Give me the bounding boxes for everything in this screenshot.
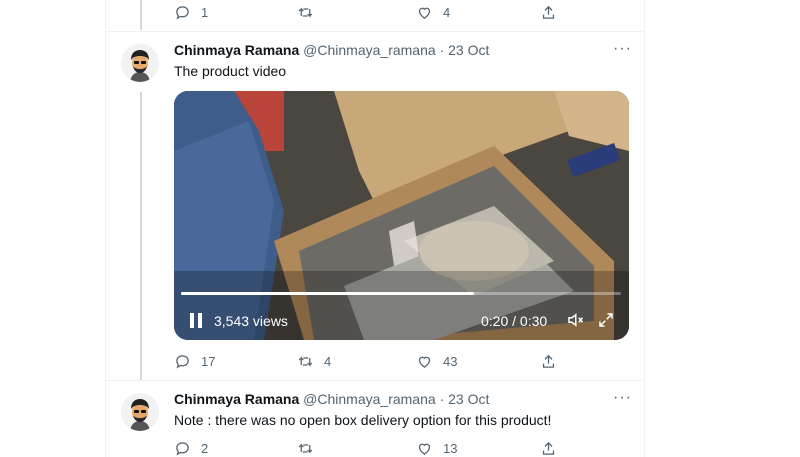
tweet-date[interactable]: 23 Oct <box>448 42 489 58</box>
like-icon <box>418 7 431 19</box>
share-icon <box>542 5 555 19</box>
tweet-date[interactable]: 23 Oct <box>448 391 489 407</box>
retweet-count: 4 <box>324 354 332 369</box>
video-frame <box>174 91 629 340</box>
avatar-icon <box>121 393 159 431</box>
like-button[interactable]: 43 <box>416 353 457 370</box>
author-name[interactable]: Chinmaya Ramana <box>174 42 299 58</box>
avatar-icon <box>121 44 159 82</box>
retweet-icon <box>298 443 313 454</box>
like-count: 43 <box>443 354 458 369</box>
like-icon <box>418 356 431 368</box>
tweet-text: Note : there was no open box delivery op… <box>174 412 552 428</box>
tweet-text: The product video <box>174 63 287 79</box>
reply-count: 17 <box>201 354 216 369</box>
prev-reply-button[interactable]: 1 <box>174 4 208 21</box>
share-button[interactable] <box>540 353 557 370</box>
tweet-header: Chinmaya Ramana @Chinmaya_ramana · 23 Oc… <box>174 42 489 58</box>
separator: · <box>439 391 445 407</box>
avatar[interactable] <box>121 44 159 82</box>
divider <box>106 380 645 381</box>
reply-icon <box>176 442 189 456</box>
more-icon[interactable]: ··· <box>613 40 632 58</box>
separator: · <box>439 42 445 58</box>
thread-line <box>140 92 142 380</box>
prev-like-count: 4 <box>443 5 451 20</box>
volume-icon[interactable] <box>566 311 584 329</box>
like-button[interactable]: 13 <box>416 440 457 457</box>
prev-like-button[interactable]: 4 <box>416 4 450 21</box>
tweet-header: Chinmaya Ramana @Chinmaya_ramana · 23 Oc… <box>174 391 489 407</box>
right-gutter <box>646 0 800 457</box>
like-icon <box>418 443 431 455</box>
retweet-button[interactable]: 4 <box>297 353 331 370</box>
reply-button[interactable]: 17 <box>174 353 215 370</box>
reply-icon <box>176 355 189 369</box>
fullscreen-icon[interactable] <box>597 311 615 329</box>
prev-retweet-button[interactable] <box>297 4 324 21</box>
more-icon[interactable]: ··· <box>613 389 632 407</box>
prev-share-button[interactable] <box>540 4 557 21</box>
share-icon <box>542 441 555 455</box>
video-views: 3,543 views <box>214 313 288 329</box>
video-progress-fill <box>181 292 475 295</box>
author-name[interactable]: Chinmaya Ramana <box>174 391 299 407</box>
thread-line <box>140 0 142 30</box>
share-button[interactable] <box>540 440 557 457</box>
retweet-button[interactable] <box>297 440 324 457</box>
author-handle[interactable]: @Chinmaya_ramana <box>303 391 436 407</box>
prev-reply-count: 1 <box>201 5 209 20</box>
retweet-icon <box>298 356 313 367</box>
pause-icon[interactable] <box>190 313 202 328</box>
author-handle[interactable]: @Chinmaya_ramana <box>303 42 436 58</box>
avatar[interactable] <box>121 393 159 431</box>
reply-button[interactable]: 2 <box>174 440 208 457</box>
divider <box>106 31 645 32</box>
reply-icon <box>176 6 189 20</box>
video-time: 0:20 / 0:30 <box>481 313 548 329</box>
share-icon <box>542 354 555 368</box>
retweet-icon <box>298 7 313 18</box>
video-progress-bar[interactable] <box>181 292 621 295</box>
left-gutter <box>0 0 105 457</box>
like-count: 13 <box>443 441 458 456</box>
video-player[interactable]: 3,543 views 0:20 / 0:30 <box>174 91 629 340</box>
reply-count: 2 <box>201 441 209 456</box>
